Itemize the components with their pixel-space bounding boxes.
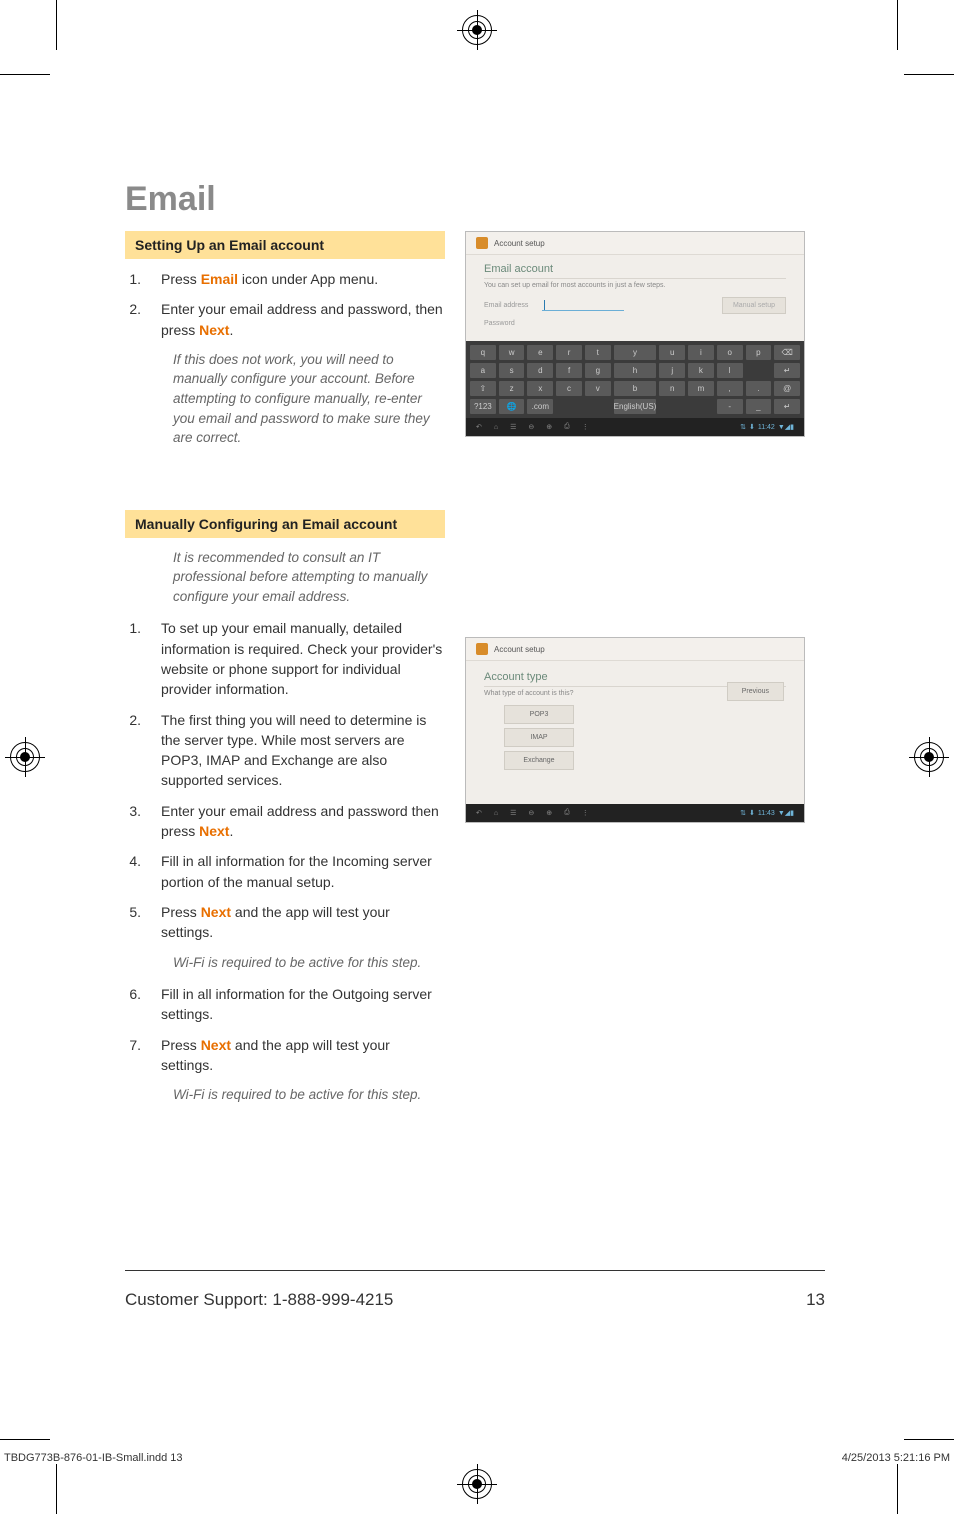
keyboard-key[interactable]: @ <box>774 381 800 396</box>
keyboard-key[interactable]: n <box>659 381 685 396</box>
vol-up-icon[interactable]: ⊕ <box>546 423 552 431</box>
keyboard-key[interactable]: w <box>499 345 525 360</box>
footer-divider <box>125 1270 825 1271</box>
keyboard-key[interactable]: English(US) <box>614 399 657 414</box>
app-icon <box>476 643 488 655</box>
registration-mark-icon <box>10 742 40 772</box>
back-icon[interactable]: ↶ <box>476 423 482 431</box>
section1-note: If this does not work, you will need to … <box>173 350 445 448</box>
keyboard-key[interactable]: p <box>746 345 772 360</box>
page-title: Email <box>125 180 825 219</box>
keyboard-key[interactable]: f <box>556 363 582 378</box>
keyboard-key[interactable]: , <box>717 381 743 396</box>
keyboard-key[interactable]: ⌫ <box>774 345 800 360</box>
keyboard-key[interactable]: l <box>717 363 743 378</box>
email-field[interactable] <box>542 301 624 311</box>
keyboard-key[interactable]: s <box>499 363 525 378</box>
highlight: Email <box>201 271 238 287</box>
navbar: ↶ ⌂ ☰ ⊖ ⊕ ⎙ ⋮ ⇅⬇11:43▼◢▮ <box>466 804 804 822</box>
recent-icon[interactable]: ☰ <box>510 423 516 431</box>
registration-mark-icon <box>462 15 492 45</box>
imap-button[interactable]: IMAP <box>504 728 574 747</box>
keyboard-key[interactable]: o <box>717 345 743 360</box>
keyboard-key[interactable]: ↵ <box>774 399 800 414</box>
vol-down-icon[interactable]: ⊖ <box>528 809 534 817</box>
keyboard-key[interactable]: v <box>585 381 611 396</box>
keyboard-key[interactable]: _ <box>746 399 772 414</box>
recent-icon[interactable]: ☰ <box>510 809 516 817</box>
section2-header: Manually Configuring an Email account <box>125 510 445 538</box>
keyboard-key[interactable]: c <box>556 381 582 396</box>
app-icon <box>476 237 488 249</box>
keyboard-key[interactable]: ?123 <box>470 399 496 414</box>
keyboard-key[interactable]: e <box>527 345 553 360</box>
keyboard-key[interactable]: r <box>556 345 582 360</box>
section1-header: Setting Up an Email account <box>125 231 445 259</box>
step-number: 2. <box>125 299 153 340</box>
mock-heading: Email account <box>484 263 786 279</box>
navbar: ↶ ⌂ ☰ ⊖ ⊕ ⎙ ⋮ ⇅⬇11:42▼◢▮ <box>466 418 804 436</box>
slug-file: TBDG773B-876-01-IB-Small.indd 13 <box>4 1452 183 1464</box>
keyboard-key[interactable]: z <box>499 381 525 396</box>
screenshot-icon[interactable]: ⎙ <box>564 809 570 817</box>
keyboard-key[interactable]: k <box>688 363 714 378</box>
keyboard-key[interactable]: i <box>688 345 714 360</box>
keyboard-key[interactable]: 🌐 <box>499 399 525 414</box>
home-icon[interactable]: ⌂ <box>494 424 498 431</box>
keyboard-key[interactable]: ↵ <box>774 363 800 378</box>
keyboard-key[interactable]: x <box>527 381 553 396</box>
registration-mark-icon <box>462 1469 492 1499</box>
screenshot-account-type: Account setup Account type What type of … <box>465 637 805 823</box>
page-number: 13 <box>806 1290 825 1310</box>
keyboard-key[interactable]: q <box>470 345 496 360</box>
keyboard-key[interactable]: y <box>614 345 657 360</box>
keyboard-key[interactable]: . <box>746 381 772 396</box>
screenshot-email-setup: Account setup Email account You can set … <box>465 231 805 437</box>
keyboard-key[interactable]: .com <box>527 399 553 414</box>
registration-mark-icon <box>914 742 944 772</box>
step-number: 1. <box>125 269 153 289</box>
keyboard-key[interactable]: d <box>527 363 553 378</box>
keyboard-key[interactable]: - <box>717 399 743 414</box>
section2-steps: 1.To set up your email manually, detaile… <box>125 618 445 942</box>
keyboard-key[interactable]: t <box>585 345 611 360</box>
section2-intro: It is recommended to consult an IT profe… <box>173 548 445 607</box>
keyboard-key[interactable]: h <box>614 363 657 378</box>
wifi-note: Wi-Fi is required to be active for this … <box>173 953 445 973</box>
customer-support: Customer Support: 1-888-999-4215 <box>125 1290 393 1310</box>
screenshot-icon[interactable]: ⎙ <box>564 423 570 431</box>
section1-steps: 1. Press Email icon under App menu. 2. E… <box>125 269 445 340</box>
slug-date: 4/25/2013 5:21:16 PM <box>842 1452 950 1464</box>
keyboard-key[interactable]: b <box>614 381 657 396</box>
vol-up-icon[interactable]: ⊕ <box>546 809 552 817</box>
highlight: Next <box>199 322 229 338</box>
vol-down-icon[interactable]: ⊖ <box>528 423 534 431</box>
keyboard-key[interactable]: a <box>470 363 496 378</box>
wifi-note: Wi-Fi is required to be active for this … <box>173 1085 445 1105</box>
keyboard-key[interactable]: g <box>585 363 611 378</box>
keyboard-key[interactable]: ⇧ <box>470 381 496 396</box>
keyboard[interactable]: qwertyuiop⌫ asdfghjkl ↵ ⇧zxcvbnm,.@ ?123🌐.co… <box>466 341 804 418</box>
manual-setup-button[interactable]: Manual setup <box>722 297 786 314</box>
back-icon[interactable]: ↶ <box>476 809 482 817</box>
keyboard-key[interactable]: j <box>659 363 685 378</box>
keyboard-key[interactable]: u <box>659 345 685 360</box>
previous-button[interactable]: Previous <box>727 682 784 701</box>
keyboard-key[interactable]: m <box>688 381 714 396</box>
exchange-button[interactable]: Exchange <box>504 751 574 770</box>
home-icon[interactable]: ⌂ <box>494 810 498 817</box>
pop3-button[interactable]: POP3 <box>504 705 574 724</box>
